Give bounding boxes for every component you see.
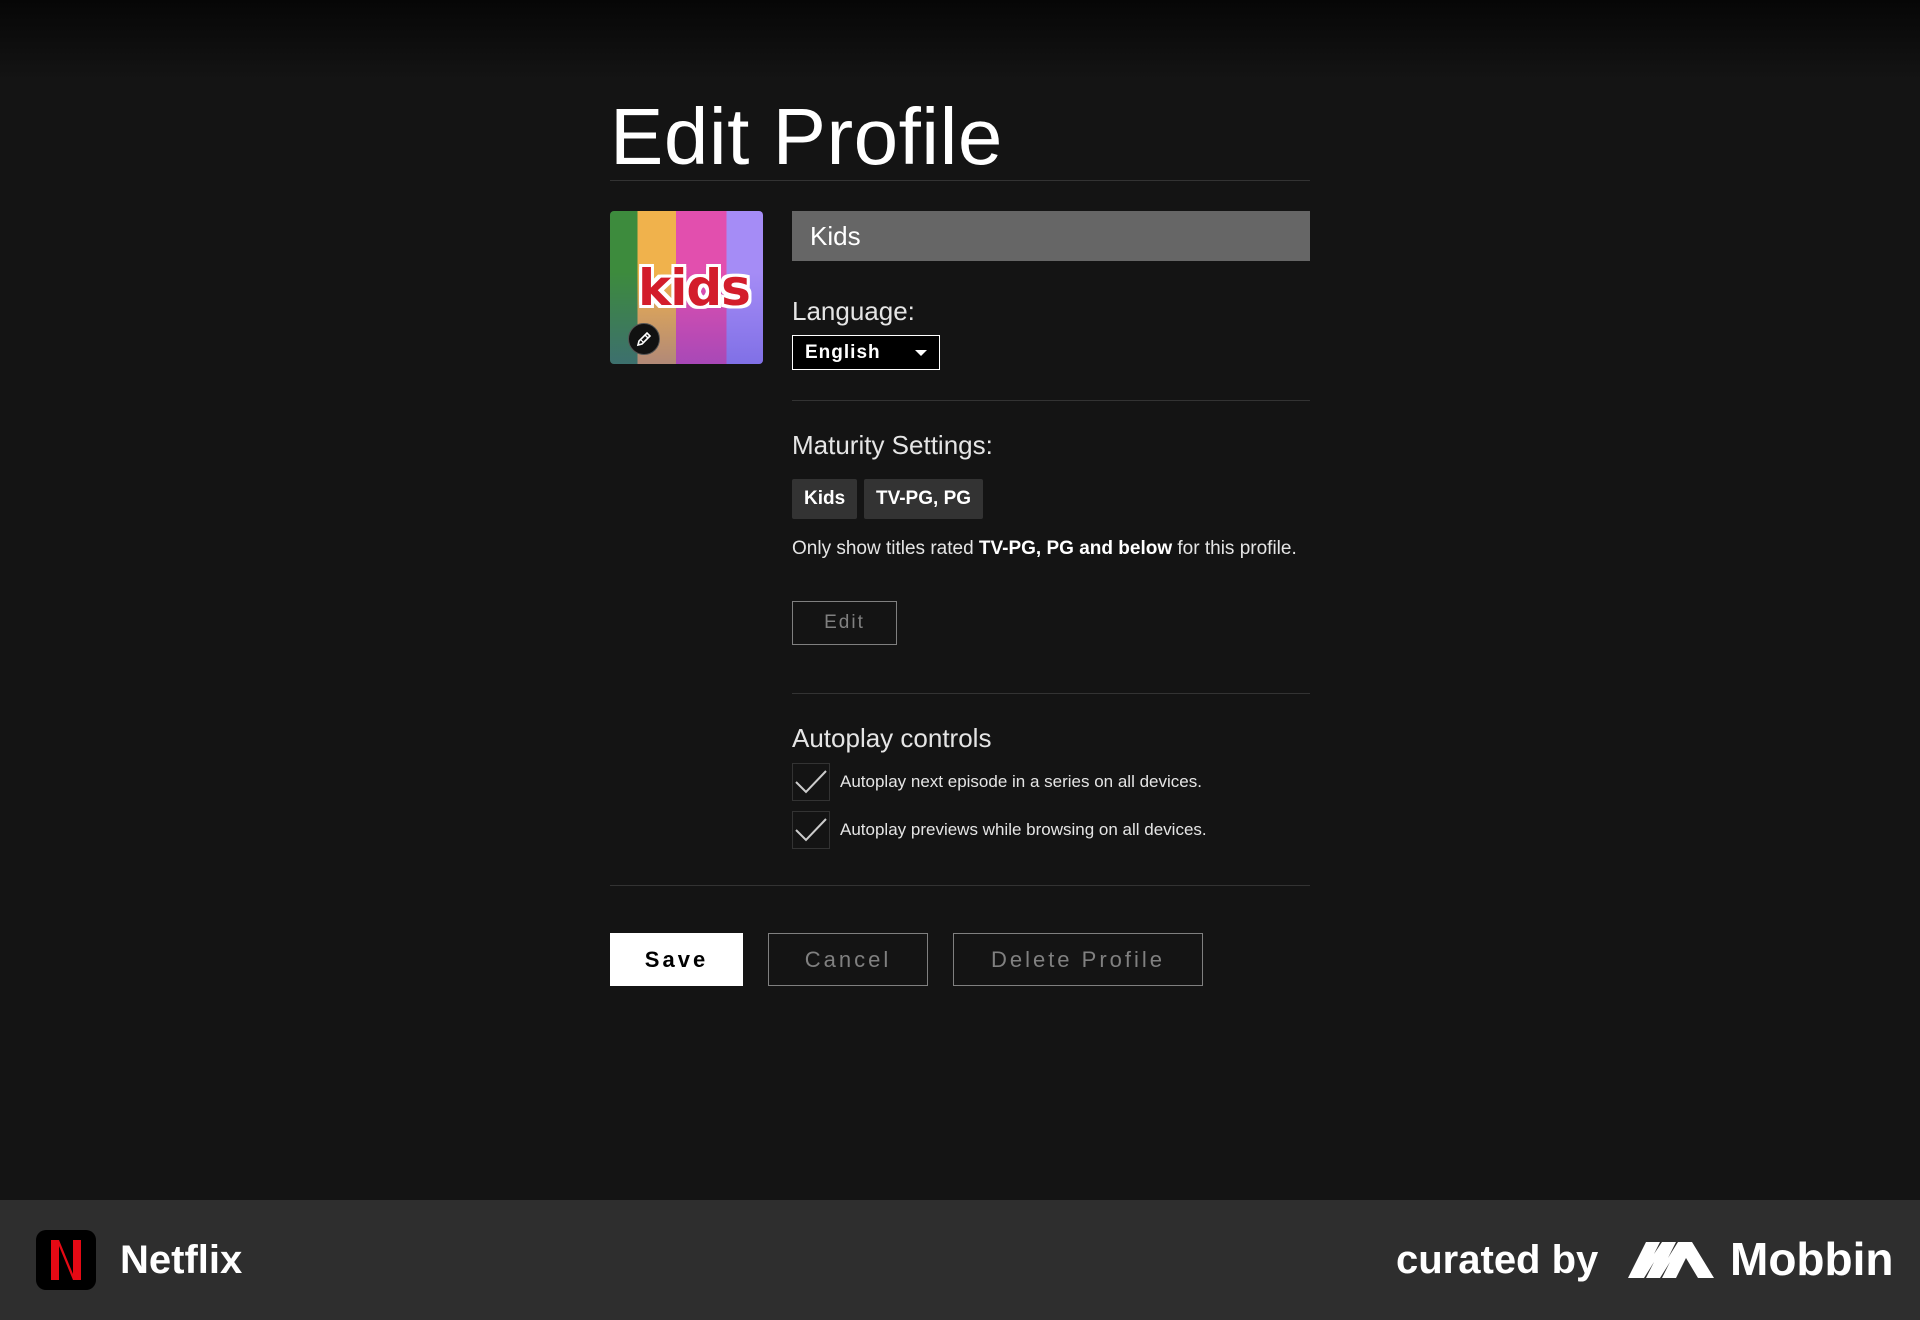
netflix-app-icon — [36, 1230, 96, 1290]
checkmark-icon — [795, 770, 827, 794]
autoplay-next-episode-option[interactable]: Autoplay next episode in a series on all… — [792, 762, 1202, 802]
autoplay-next-episode-label: Autoplay next episode in a series on all… — [840, 772, 1202, 791]
autoplay-previews-checkbox[interactable] — [792, 811, 830, 849]
app-name: Netflix — [120, 1238, 243, 1282]
avatar-kids-logo: kids — [638, 259, 751, 317]
save-button[interactable]: Save — [610, 933, 743, 986]
curated-by-label: curated by — [1396, 1238, 1599, 1282]
cancel-button[interactable]: Cancel — [768, 933, 928, 986]
maturity-chip-rating: TV-PG, PG — [864, 479, 984, 519]
pencil-icon[interactable] — [628, 323, 660, 355]
maturity-divider — [792, 693, 1310, 694]
autoplay-title: Autoplay controls — [792, 723, 992, 753]
title-divider — [610, 180, 1310, 181]
autoplay-previews-label: Autoplay previews while browsing on all … — [840, 820, 1207, 839]
actions-divider — [610, 885, 1310, 886]
checkmark-icon — [795, 818, 827, 842]
footer-bar: Netflix curated by Mobbin — [0, 1200, 1920, 1320]
caret-down-icon — [915, 350, 927, 356]
maturity-chip-kids: Kids — [792, 479, 858, 519]
mobbin-logo-icon — [1628, 1242, 1714, 1278]
mobbin-brand: Mobbin — [1730, 1233, 1894, 1285]
autoplay-previews-option[interactable]: Autoplay previews while browsing on all … — [792, 810, 1207, 850]
language-select[interactable]: English — [792, 335, 940, 370]
edit-maturity-button[interactable]: Edit — [792, 601, 897, 645]
language-selected-value: English — [805, 341, 881, 363]
profile-name-input[interactable] — [792, 211, 1310, 261]
top-header-fade — [0, 0, 1920, 80]
maturity-description: Only show titles rated TV-PG, PG and bel… — [792, 538, 1297, 559]
maturity-label: Maturity Settings: — [792, 430, 993, 460]
page-title: Edit Profile — [610, 92, 1003, 181]
netflix-logo-icon — [51, 1240, 81, 1280]
delete-profile-button[interactable]: Delete Profile — [953, 933, 1203, 986]
profile-avatar[interactable]: kids — [610, 211, 763, 364]
language-label: Language: — [792, 296, 915, 326]
autoplay-next-episode-checkbox[interactable] — [792, 763, 830, 801]
language-divider — [792, 400, 1310, 401]
